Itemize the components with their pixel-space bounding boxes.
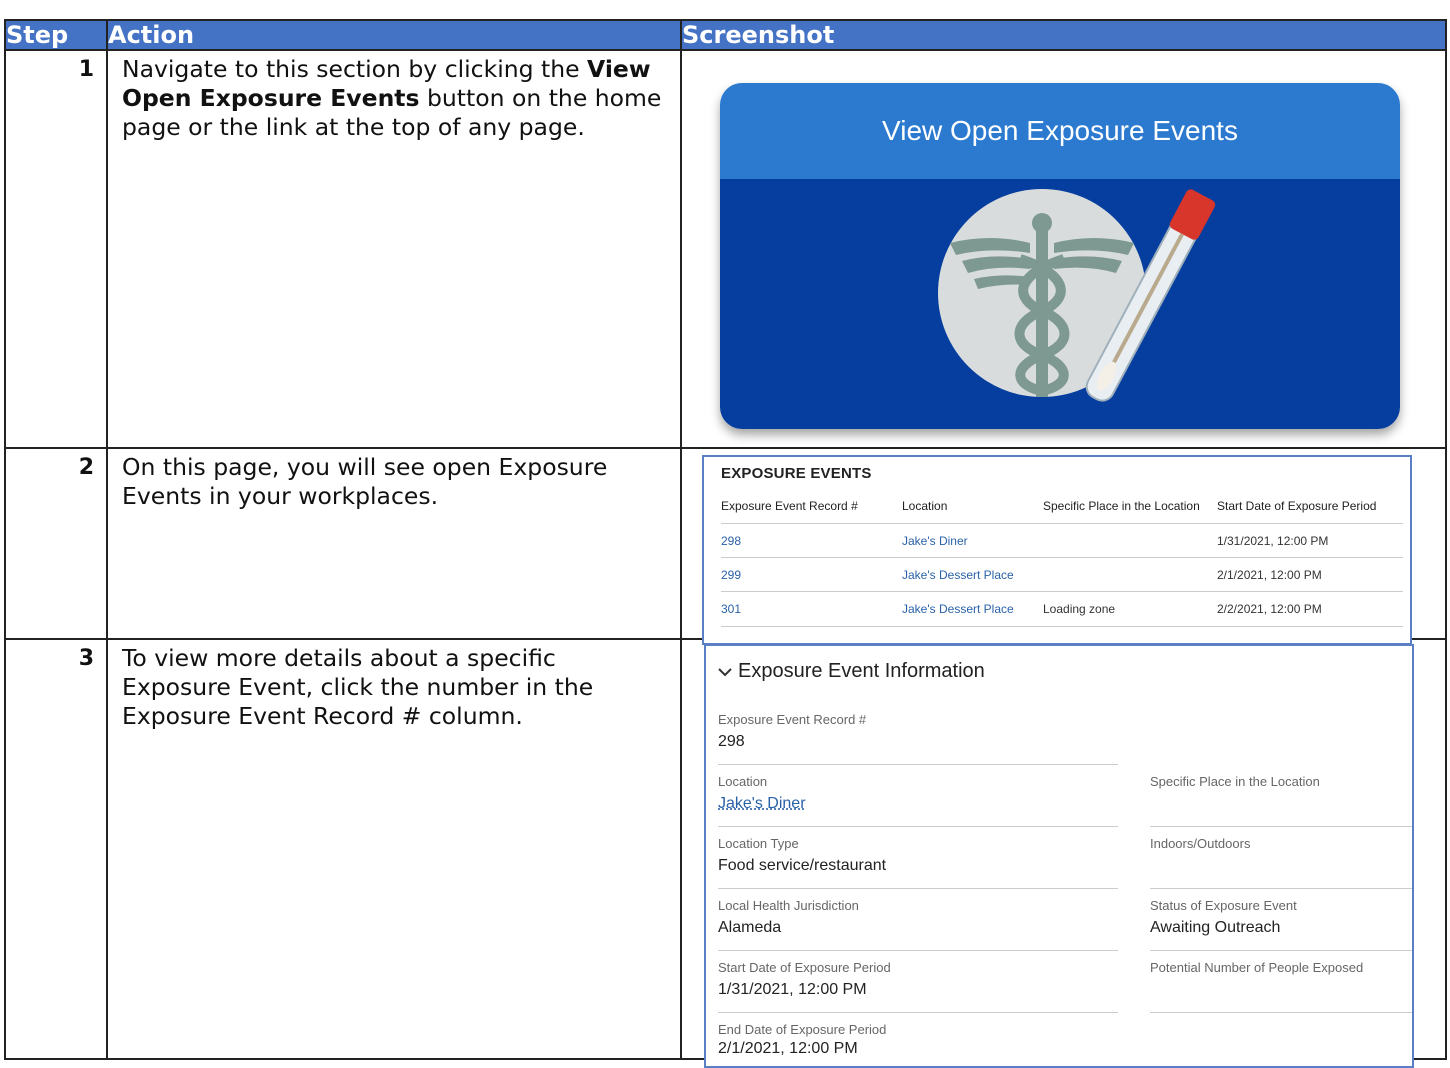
table-row: 301 Jake's Dessert Place Loading zone 2/… xyxy=(721,591,1403,627)
start-date-cell: 2/2/2021, 12:00 PM xyxy=(1217,602,1322,616)
column-header[interactable]: Location xyxy=(902,499,947,513)
header-row: Step Action Screenshot xyxy=(5,20,1446,50)
record-link[interactable]: 301 xyxy=(721,602,741,616)
card-title: View Open Exposure Events xyxy=(720,83,1400,179)
action-text: To view more details about a specific Ex… xyxy=(107,639,681,1059)
action-text: Navigate to this section by clicking the… xyxy=(107,50,681,448)
place-field: Specific Place in the Location xyxy=(1150,774,1412,826)
location-link[interactable]: Jake's Dessert Place xyxy=(902,568,1014,582)
field-value: 1/31/2021, 12:00 PM xyxy=(718,981,1118,999)
record-field: Exposure Event Record # 298 xyxy=(718,712,1118,764)
start-date-cell: 1/31/2021, 12:00 PM xyxy=(1217,534,1328,548)
divider xyxy=(718,1012,1118,1013)
caduceus-test-tube-icon xyxy=(720,179,1400,429)
field-label: Location xyxy=(718,774,1118,789)
exposure-event-detail: Exposure Event Information Exposure Even… xyxy=(704,644,1414,1068)
column-header[interactable]: Exposure Event Record # xyxy=(721,499,858,513)
section-header[interactable]: Exposure Event Information xyxy=(718,660,985,683)
divider xyxy=(718,764,1118,765)
exposure-events-list: EXPOSURE EVENTS Exposure Event Record # … xyxy=(702,455,1412,645)
end-date-field: End Date of Exposure Period 2/1/2021, 12… xyxy=(718,1022,1118,1062)
chevron-down-icon xyxy=(718,660,732,683)
divider xyxy=(1150,826,1412,827)
field-value: Food service/restaurant xyxy=(718,857,1118,875)
step-number: 1 xyxy=(5,50,107,448)
place-cell: Loading zone xyxy=(1043,602,1115,616)
field-value: Awaiting Outreach xyxy=(1150,919,1412,937)
field-label: Local Health Jurisdiction xyxy=(718,898,1118,913)
field-label: Location Type xyxy=(718,836,1118,851)
location-link[interactable]: Jake's Diner xyxy=(902,534,968,548)
location-link[interactable]: Jake's Dessert Place xyxy=(902,602,1014,616)
header-action: Action xyxy=(107,20,681,50)
field-value: 298 xyxy=(718,733,1118,751)
step-number: 2 xyxy=(5,448,107,639)
location-type-field: Location Type Food service/restaurant xyxy=(718,836,1118,888)
screenshot-cell: View Open Exposure Events xyxy=(681,50,1446,448)
step-row-2: 2 On this page, you will see open Exposu… xyxy=(5,448,1446,639)
status-field: Status of Exposure Event Awaiting Outrea… xyxy=(1150,898,1412,950)
field-label: Exposure Event Record # xyxy=(718,712,1118,727)
table-row: 299 Jake's Dessert Place 2/1/2021, 12:00… xyxy=(721,557,1403,592)
field-label: Indoors/Outdoors xyxy=(1150,836,1412,851)
divider xyxy=(718,888,1118,889)
field-label: Potential Number of People Exposed xyxy=(1150,960,1412,975)
action-text: On this page, you will see open Exposure… xyxy=(107,448,681,639)
field-value: Alameda xyxy=(718,919,1118,937)
people-exposed-field: Potential Number of People Exposed xyxy=(1150,960,1412,1012)
location-link[interactable]: Jake's Diner xyxy=(718,795,1118,813)
section-title: Exposure Event Information xyxy=(738,660,985,682)
field-label: Specific Place in the Location xyxy=(1150,774,1412,789)
divider xyxy=(718,950,1118,951)
divider xyxy=(718,826,1118,827)
view-open-exposure-events-button[interactable]: View Open Exposure Events xyxy=(720,83,1400,429)
field-label: Status of Exposure Event xyxy=(1150,898,1412,913)
divider xyxy=(1150,888,1412,889)
field-value: 2/1/2021, 12:00 PM xyxy=(718,1040,1118,1058)
field-label: Start Date of Exposure Period xyxy=(718,960,1118,975)
divider xyxy=(1150,1012,1412,1013)
record-link[interactable]: 299 xyxy=(721,568,741,582)
step-number: 3 xyxy=(5,639,107,1059)
header-step: Step xyxy=(5,20,107,50)
list-title: EXPOSURE EVENTS xyxy=(721,465,872,482)
action-text-part: Navigate to this section by clicking the xyxy=(122,55,587,83)
header-screenshot: Screenshot xyxy=(681,20,1446,50)
step-row-1: 1 Navigate to this section by clicking t… xyxy=(5,50,1446,448)
divider xyxy=(1150,950,1412,951)
lhj-field: Local Health Jurisdiction Alameda xyxy=(718,898,1118,950)
screenshot-cell: Exposure Event Information Exposure Even… xyxy=(681,639,1446,1059)
start-date-cell: 2/1/2021, 12:00 PM xyxy=(1217,568,1322,582)
step-row-3: 3 To view more details about a specific … xyxy=(5,639,1446,1059)
card-image xyxy=(720,179,1400,429)
record-link[interactable]: 298 xyxy=(721,534,741,548)
start-date-field: Start Date of Exposure Period 1/31/2021,… xyxy=(718,960,1118,1012)
screenshot-cell: EXPOSURE EVENTS Exposure Event Record # … xyxy=(681,448,1446,639)
location-field: Location Jake's Diner xyxy=(718,774,1118,826)
column-header[interactable]: Start Date of Exposure Period xyxy=(1217,499,1376,513)
instructions-table: Step Action Screenshot 1 Navigate to thi… xyxy=(4,19,1447,1060)
column-header[interactable]: Specific Place in the Location xyxy=(1043,499,1200,513)
indoors-outdoors-field: Indoors/Outdoors xyxy=(1150,836,1412,888)
table-row: 298 Jake's Diner 1/31/2021, 12:00 PM xyxy=(721,523,1403,558)
field-label: End Date of Exposure Period xyxy=(718,1022,1118,1037)
